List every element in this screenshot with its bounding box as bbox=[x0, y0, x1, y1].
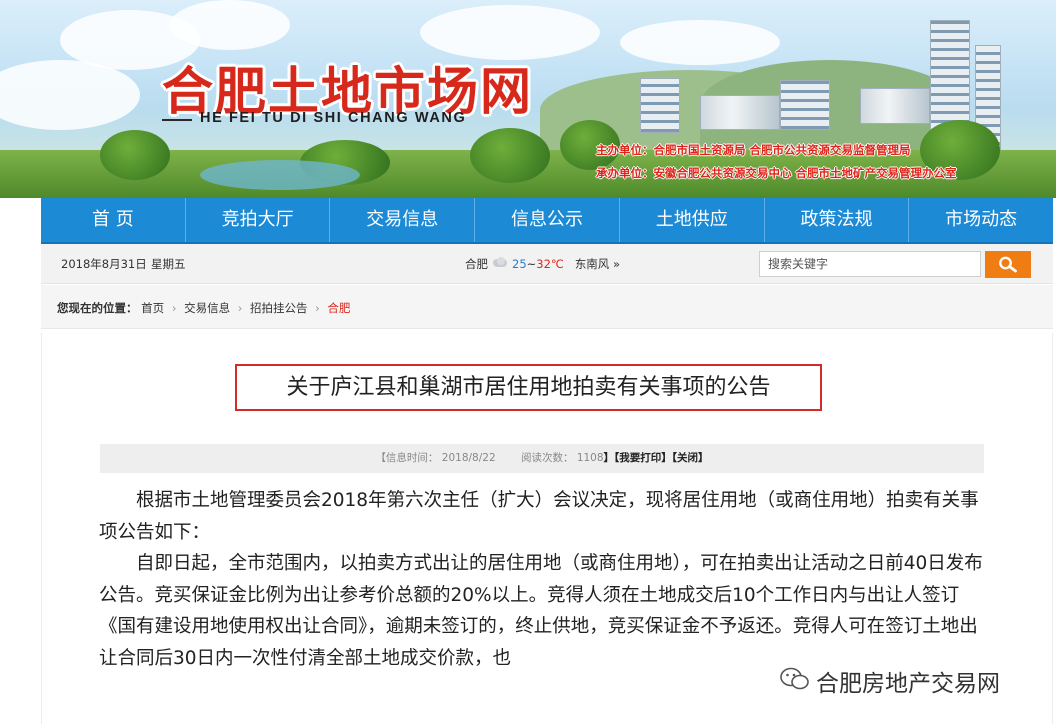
info-bar: 2018年8月31日 星期五 合肥 25~32℃ 东南风 » bbox=[41, 244, 1053, 284]
banner-cloud bbox=[0, 60, 140, 130]
article-body: 根据市土地管理委员会2018年第六次主任（扩大）会议决定，现将居住用地（或商住用… bbox=[99, 485, 989, 674]
organizer-line: 承办单位：安徽合肥公共资源交易中心 合肥市土地矿产交易管理办公室 bbox=[596, 166, 957, 180]
breadcrumb-trade-info[interactable]: 交易信息 bbox=[184, 301, 230, 315]
banner-cloud bbox=[620, 20, 780, 65]
banner-cloud bbox=[170, 0, 290, 50]
site-subtitle-wrap: HE FEI TU DI SHI CHANG WANG bbox=[162, 110, 542, 130]
weather-city: 合肥 bbox=[465, 257, 488, 271]
close-link[interactable]: 【关闭】 bbox=[672, 452, 709, 464]
breadcrumb-home[interactable]: 首页 bbox=[141, 301, 164, 315]
nav-public-notice[interactable]: 信息公示 bbox=[475, 198, 620, 242]
subtitle-line-left bbox=[162, 119, 192, 121]
nav-market-news[interactable]: 市场动态 bbox=[909, 198, 1053, 242]
meta-time-label: 【信息时间： bbox=[375, 452, 439, 464]
current-weekday: 星期五 bbox=[151, 257, 186, 271]
search-icon bbox=[999, 256, 1017, 273]
breadcrumb-current[interactable]: 合肥 bbox=[327, 301, 350, 315]
main-nav: 首 页 竞拍大厅 交易信息 信息公示 土地供应 政策法规 市场动态 bbox=[41, 198, 1053, 244]
weather-more-icon[interactable]: » bbox=[613, 257, 620, 271]
banner-building bbox=[860, 88, 930, 124]
breadcrumb-separator: › bbox=[315, 301, 320, 315]
breadcrumb-separator: › bbox=[237, 301, 243, 315]
search-button[interactable] bbox=[985, 251, 1031, 278]
wechat-icon bbox=[780, 667, 809, 690]
banner-building bbox=[640, 78, 680, 133]
watermark-text: 合肥房地产交易网 bbox=[816, 671, 1000, 697]
banner-building bbox=[780, 80, 830, 130]
meta-reads: 1108 bbox=[576, 452, 604, 464]
nav-home[interactable]: 首 页 bbox=[41, 198, 186, 242]
banner-tree bbox=[470, 128, 550, 183]
site-subtitle: HE FEI TU DI SHI CHANG WANG bbox=[200, 110, 467, 126]
search-input[interactable] bbox=[759, 251, 981, 277]
nav-land-supply[interactable]: 土地供应 bbox=[620, 198, 765, 242]
temp-low: 25 bbox=[512, 257, 527, 271]
banner-tree bbox=[100, 130, 170, 180]
cloud-icon bbox=[491, 257, 509, 269]
current-date: 2018年8月31日 bbox=[61, 257, 147, 271]
breadcrumb: 您现在的位置： 首页 › 交易信息 › 招拍挂公告 › 合肥 bbox=[57, 300, 350, 316]
banner-building bbox=[700, 95, 780, 130]
article-meta: 【信息时间： 2018/8/22 阅读次数： 1108】【我要打印】【关闭】 bbox=[100, 444, 984, 473]
breadcrumb-label: 您现在的位置： bbox=[57, 301, 138, 315]
meta-time: 2018/8/22 bbox=[441, 452, 496, 464]
article-title: 关于庐江县和巢湖市居住用地拍卖有关事项的公告 bbox=[235, 364, 822, 411]
wind: 东南风 bbox=[574, 257, 610, 271]
breadcrumb-separator: › bbox=[171, 301, 177, 315]
nav-policy[interactable]: 政策法规 bbox=[765, 198, 910, 242]
temp-separator: ~ bbox=[526, 257, 537, 271]
header-banner: 合肥土地市场网 HE FEI TU DI SHI CHANG WANG 主办单位… bbox=[0, 0, 1056, 198]
sponsor-line: 主办单位：合肥市国土资源局 合肥市公共资源交易监督管理局 bbox=[596, 143, 911, 157]
meta-reads-label: 阅读次数： bbox=[520, 452, 574, 464]
nav-auction-hall[interactable]: 竞拍大厅 bbox=[186, 198, 331, 242]
print-link[interactable]: 】【我要打印】 bbox=[604, 452, 672, 464]
paragraph: 自即日起，全市范围内，以拍卖方式出让的居住用地（或商住用地），可在拍卖出让活动之… bbox=[99, 553, 983, 669]
breadcrumb-notices[interactable]: 招拍挂公告 bbox=[250, 301, 308, 315]
breadcrumb-bar: 您现在的位置： 首页 › 交易信息 › 招拍挂公告 › 合肥 bbox=[41, 285, 1053, 329]
weather: 合肥 25~32℃ 东南风 » bbox=[465, 256, 620, 272]
paragraph: 根据市土地管理委员会2018年第六次主任（扩大）会议决定，现将居住用地（或商住用… bbox=[99, 490, 979, 543]
banner-lake bbox=[200, 160, 360, 190]
temp-high: 32℃ bbox=[536, 257, 564, 271]
nav-trade-info[interactable]: 交易信息 bbox=[330, 198, 476, 242]
